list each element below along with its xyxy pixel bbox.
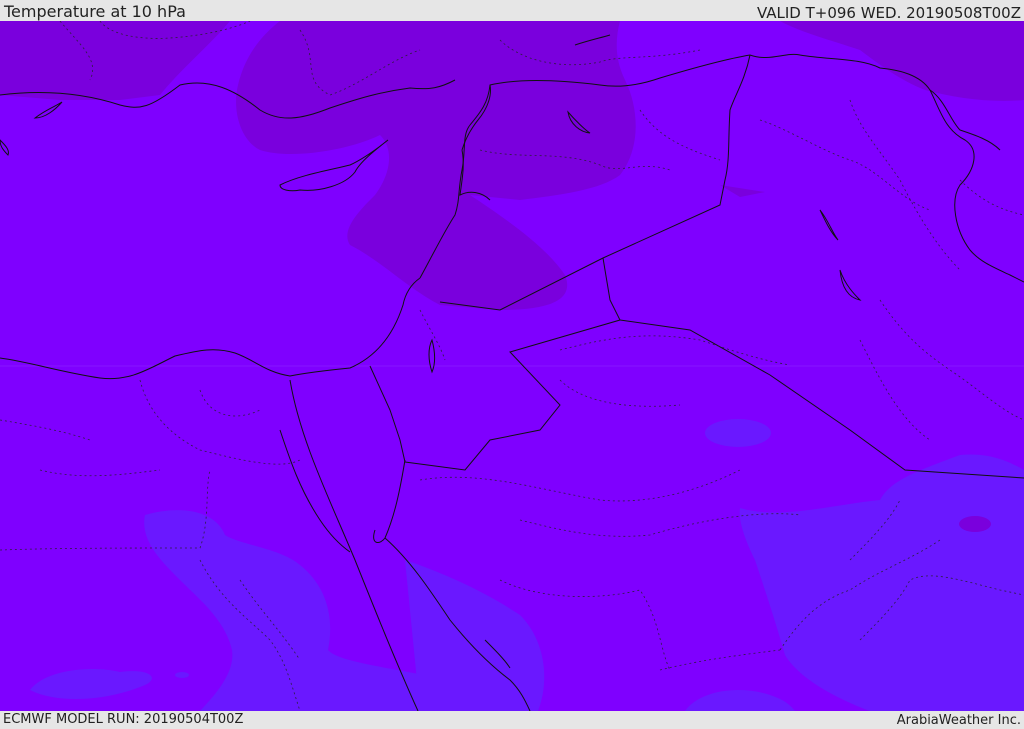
map-canvas (0, 21, 1024, 711)
temperature-map[interactable] (0, 21, 1024, 711)
cool-patch-desert (705, 419, 771, 447)
map-title: Temperature at 10 hPa (4, 2, 186, 21)
cool-patch-tiny (175, 672, 189, 678)
credit-label: ArabiaWeather Inc. (896, 713, 1021, 728)
warm-spot-arabia (959, 516, 991, 532)
valid-time-label: VALID T+096 WED. 20190508T00Z (756, 4, 1021, 22)
header-bar: Temperature at 10 hPa VALID T+096 WED. 2… (0, 0, 1024, 22)
model-run-label: ECMWF MODEL RUN: 20190504T00Z (3, 712, 244, 727)
footer-bar: ECMWF MODEL RUN: 20190504T00Z ArabiaWeat… (0, 711, 1024, 729)
